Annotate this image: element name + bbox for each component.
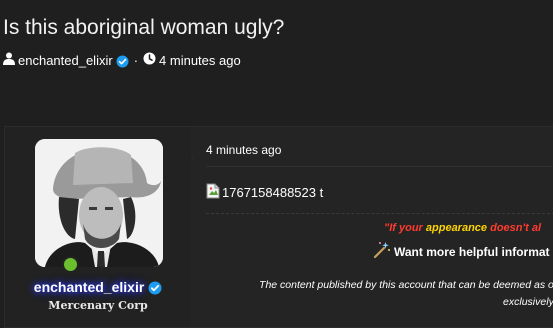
online-status-dot — [62, 256, 79, 273]
magic-wand-icon — [373, 241, 391, 262]
post: enchanted_elixir Mercenary Corp 4 minute… — [4, 126, 553, 328]
help-text[interactable]: Want more helpful informat — [394, 245, 550, 259]
user-title: Mercenary Corp — [48, 299, 148, 312]
thread-time[interactable]: 4 minutes ago — [159, 53, 241, 68]
disclaimer-line-2: exclusively for — [503, 296, 553, 308]
thread-author-link[interactable]: enchanted_elixir — [18, 53, 113, 68]
post-header-divider — [206, 166, 553, 167]
post-content: 4 minutes ago 1767158488523 t "If your a… — [193, 127, 553, 327]
post-image[interactable]: 1767158488523 t — [206, 183, 323, 202]
post-username-text[interactable]: enchanted_elixir — [34, 279, 145, 295]
quote-part-1: "If your — [384, 222, 426, 234]
meta-separator: · — [133, 52, 139, 68]
post-username[interactable]: enchanted_elixir — [5, 279, 191, 295]
post-user-cell: enchanted_elixir Mercenary Corp — [5, 127, 191, 327]
verified-badge-icon — [116, 52, 129, 68]
broken-image-icon — [206, 183, 220, 202]
thread-meta: enchanted_elixir · 4 minutes ago — [3, 52, 241, 68]
thread-title: Is this aboriginal woman ugly? — [3, 16, 285, 39]
clock-icon — [143, 52, 156, 68]
avatar[interactable] — [35, 139, 163, 267]
signature-disclaimer: The content published by this account th… — [211, 277, 553, 311]
signature-quote: "If your appearance doesn't al — [384, 222, 541, 234]
signature-divider — [206, 213, 553, 214]
quote-part-3: doesn't al — [487, 222, 542, 234]
user-icon — [3, 52, 15, 68]
signature-help-line[interactable]: Want more helpful informat — [373, 241, 550, 262]
post-image-alt: 1767158488523 t — [222, 185, 324, 200]
avatar-wrap — [35, 139, 163, 267]
post-date[interactable]: 4 minutes ago — [206, 143, 281, 157]
verified-badge-icon — [148, 279, 162, 295]
quote-part-2: appearance — [425, 222, 488, 234]
disclaimer-line-1: The content published by this account th… — [259, 279, 553, 291]
